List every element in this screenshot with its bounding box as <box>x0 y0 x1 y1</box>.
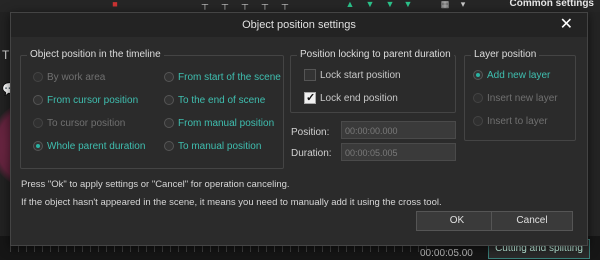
checkbox[interactable] <box>304 91 316 105</box>
common-settings-header: Common settings <box>509 0 594 9</box>
option-label: Whole parent duration <box>47 141 146 152</box>
radio-button[interactable] <box>164 118 174 128</box>
radio-button[interactable] <box>33 118 43 128</box>
option-label: Add new layer <box>487 70 551 81</box>
option-label: By work area <box>47 72 106 83</box>
position-locking-legend: Position locking to parent duration <box>297 49 454 60</box>
instruction-message: Press "Ok" to apply settings or "Cancel"… <box>21 179 290 190</box>
text-icon: T <box>2 48 10 62</box>
option-label: To cursor position <box>47 118 126 129</box>
radio-button[interactable] <box>33 72 43 82</box>
timeline-position-legend: Object position in the timeline <box>27 49 164 60</box>
radio-button[interactable] <box>164 141 174 151</box>
grid-icon: ▦ <box>440 0 450 9</box>
position-label: Position: <box>291 127 330 138</box>
align-icon: ┬ <box>201 0 209 9</box>
hint-message: If the object hasn't appeared in the sce… <box>21 197 442 208</box>
checkbox[interactable] <box>304 69 316 81</box>
radio-button[interactable] <box>33 141 43 151</box>
align-icon: ┬ <box>221 0 229 9</box>
radio-button[interactable] <box>473 70 483 80</box>
align-icon: ┬ <box>261 0 269 9</box>
checkbox-label: Lock end position <box>320 93 398 104</box>
ok-button[interactable]: OK <box>416 211 498 231</box>
position-field[interactable]: 00:00:00.000 <box>341 121 456 139</box>
position-locking-group: Position locking to parent duration Lock… <box>290 49 456 113</box>
arrow-up-icon: ▲ <box>345 0 355 9</box>
layer-position-legend: Layer position <box>471 49 540 60</box>
radio-button[interactable] <box>473 93 483 103</box>
radio-button[interactable] <box>473 116 483 126</box>
checkbox-label: Lock start position <box>320 70 401 81</box>
dropdown-icon: ▾ <box>460 0 466 9</box>
duration-field[interactable]: 00:00:05.005 <box>341 143 456 161</box>
radio-button[interactable] <box>164 95 174 105</box>
align-icon: ┬ <box>281 0 289 9</box>
arrow-down-icon: ▼ <box>403 0 413 9</box>
object-position-dialog: Object position settings ✕ Object positi… <box>10 12 588 246</box>
background-scrollbar[interactable] <box>588 12 600 236</box>
arrow-down-icon: ▼ <box>385 0 395 9</box>
layer-position-group: Layer position Add new layer Insert new … <box>464 49 576 141</box>
dialog-titlebar: Object position settings ✕ <box>11 13 587 37</box>
option-label: Insert new layer <box>487 93 558 104</box>
timeline-timecode: 00:00:05.00 <box>420 248 473 259</box>
option-label: To the end of scene <box>178 95 266 106</box>
cancel-button[interactable]: Cancel <box>491 211 573 231</box>
option-label: Insert to layer <box>487 116 548 127</box>
radio-button[interactable] <box>33 95 43 105</box>
option-label: To manual position <box>178 141 262 152</box>
radio-button[interactable] <box>164 72 174 82</box>
background-toolbar: ■ ┬ ┬ ┬ ┬ ┬ ▲ ▼ ▼ ▼ ▦ ▾ Common settings <box>0 0 600 12</box>
close-icon[interactable]: ✕ <box>560 16 573 34</box>
option-label: From manual position <box>178 118 275 129</box>
arrow-down-icon: ▼ <box>365 0 375 9</box>
record-icon: ■ <box>112 0 118 9</box>
duration-label: Duration: <box>291 148 332 159</box>
align-icon: ┬ <box>241 0 249 9</box>
option-label: From start of the scene <box>178 72 281 83</box>
dialog-title: Object position settings <box>242 19 356 31</box>
timeline-position-group: Object position in the timeline By work … <box>20 49 284 169</box>
option-label: From cursor position <box>47 95 139 106</box>
